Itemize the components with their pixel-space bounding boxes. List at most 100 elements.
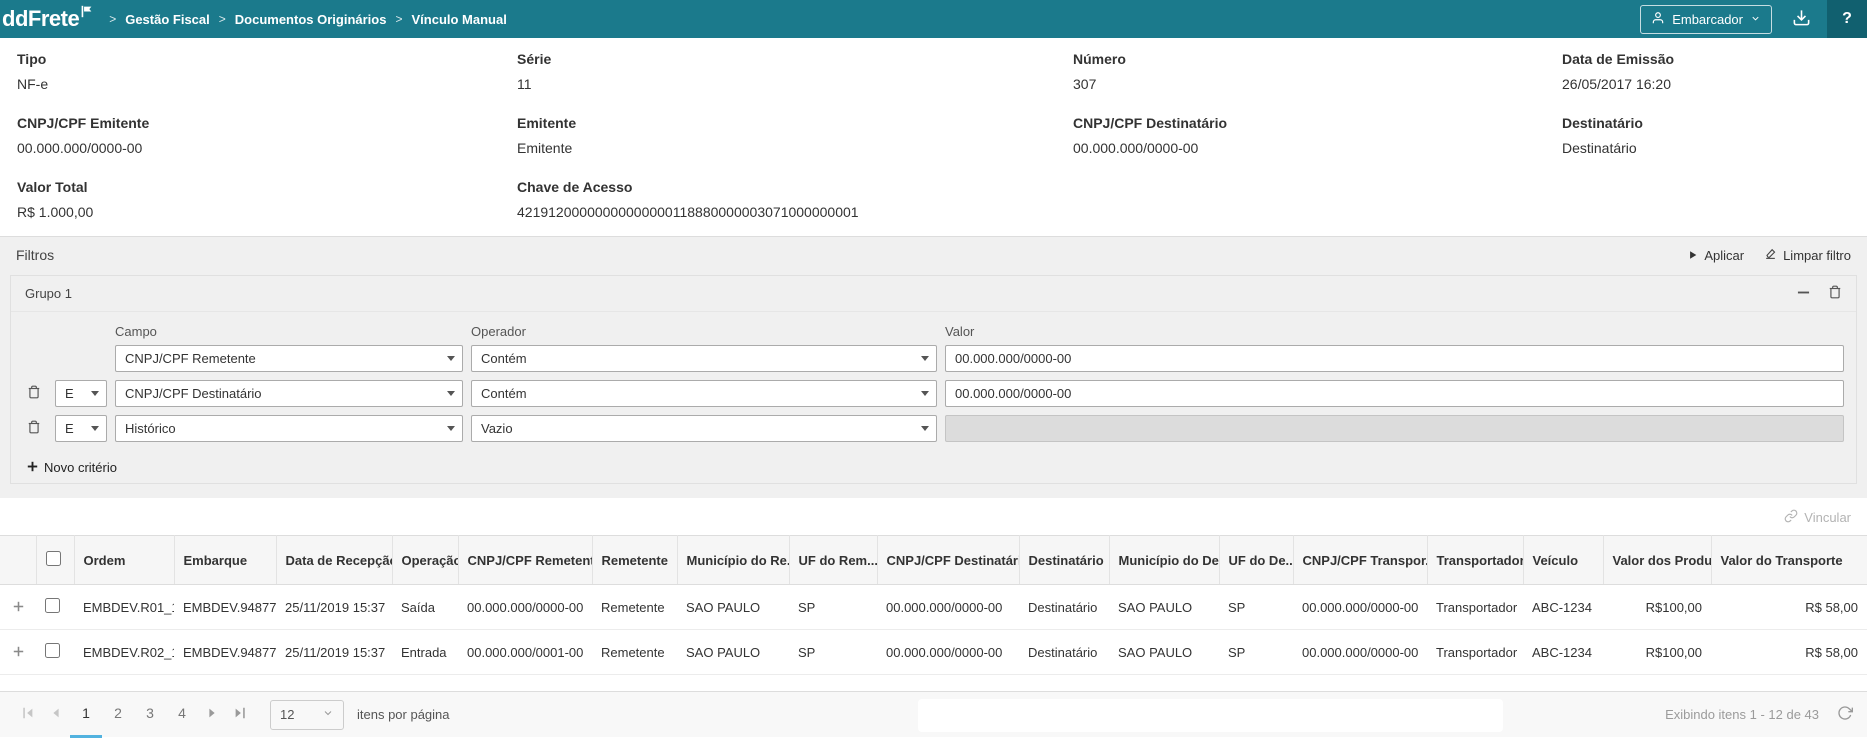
new-criteria-button[interactable]: Novo critério [27, 460, 117, 475]
column-header-embarque[interactable]: Embarque [174, 536, 276, 585]
cell-destinatario: Destinatário [1019, 630, 1109, 675]
page-button-1[interactable]: 1 [70, 692, 102, 738]
operator-select[interactable]: Vazio [471, 415, 937, 442]
user-menu-button[interactable]: Embarcador [1640, 5, 1772, 34]
field-select[interactable]: Histórico [115, 415, 463, 442]
first-page-button[interactable] [14, 701, 42, 729]
select-caret-icon [91, 416, 99, 441]
column-header-destinatario[interactable]: Destinatário [1019, 536, 1109, 585]
column-header-uf-dest[interactable]: UF do De... [1219, 536, 1293, 585]
help-button[interactable]: ? [1827, 0, 1867, 38]
user-menu-label: Embarcador [1672, 12, 1743, 27]
delete-criteria-button[interactable] [27, 385, 47, 402]
field-select[interactable]: CNPJ/CPF Remetente [115, 345, 463, 372]
column-header-municipio-dest[interactable]: Município do De... [1109, 536, 1219, 585]
column-header-cnpj-destinatario[interactable]: CNPJ/CPF Destinatário [877, 536, 1019, 585]
column-header-ordem[interactable]: Ordem [74, 536, 174, 585]
vincular-label: Vincular [1804, 510, 1851, 525]
logo-text: ddFrete [2, 4, 79, 34]
cell-valor-transporte: R$ 58,00 [1711, 585, 1867, 630]
plus-icon [13, 645, 24, 660]
new-criteria-label: Novo critério [44, 460, 117, 475]
select-all-checkbox[interactable] [46, 551, 61, 566]
operator-select-value: Vazio [481, 421, 513, 436]
logic-select[interactable]: E [55, 415, 107, 442]
breadcrumb-gestao-fiscal[interactable]: Gestão Fiscal [125, 12, 210, 27]
delete-criteria-button[interactable] [27, 420, 47, 437]
field-select[interactable]: CNPJ/CPF Destinatário [115, 380, 463, 407]
breadcrumb: > Gestão Fiscal > Documentos Originários… [109, 12, 507, 27]
user-icon [1651, 11, 1665, 28]
column-header-veiculo[interactable]: Veículo [1523, 536, 1603, 585]
table-row[interactable]: EMBDEV.R02_13 EMBDEV.94877 25/11/2019 15… [0, 630, 1867, 675]
column-header-data-recepcao[interactable]: Data de Recepção [276, 536, 392, 585]
column-header-cnpj-remetente[interactable]: CNPJ/CPF Remetente [458, 536, 592, 585]
filter-group-header: Grupo 1 [11, 276, 1856, 312]
download-icon [1792, 8, 1811, 30]
row-checkbox[interactable] [45, 598, 60, 613]
download-button[interactable] [1788, 4, 1815, 34]
clear-filter-button[interactable]: Limpar filtro [1764, 247, 1851, 263]
last-page-button[interactable] [226, 701, 254, 729]
cell-uf-rem: SP [789, 585, 877, 630]
breadcrumb-documentos-originarios[interactable]: Documentos Originários [235, 12, 387, 27]
apply-filter-button[interactable]: Aplicar [1688, 248, 1744, 263]
operator-select[interactable]: Contém [471, 345, 937, 372]
column-header-transportador[interactable]: Transportador [1427, 536, 1523, 585]
cell-municipio-rem: SAO PAULO [677, 630, 789, 675]
row-checkbox[interactable] [45, 643, 60, 658]
vincular-button[interactable]: Vincular [1784, 509, 1851, 526]
page-size-select[interactable]: 12 [270, 700, 344, 730]
expander-column-header [0, 536, 36, 585]
prev-page-button[interactable] [42, 701, 70, 729]
logic-select[interactable]: E [55, 380, 107, 407]
filters-actions: Aplicar Limpar filtro [1688, 247, 1851, 263]
expand-row-button[interactable] [13, 645, 24, 660]
delete-group-button[interactable] [1828, 285, 1842, 302]
table-row[interactable]: EMBDEV.R01_13 EMBDEV.94877 25/11/2019 15… [0, 585, 1867, 630]
filters-panel: Filtros Aplicar Limpar filtro Grupo 1 [0, 236, 1867, 498]
cell-cnpj-destinatario: 00.000.000/0000-00 [877, 585, 1019, 630]
column-header-uf-rem[interactable]: UF do Rem... [789, 536, 877, 585]
field-label: Emitente [517, 115, 1073, 131]
trash-icon [27, 420, 41, 437]
field-label: Chave de Acesso [517, 179, 1073, 195]
cell-operacao: Saída [392, 585, 458, 630]
column-header-operacao[interactable]: Operação [392, 536, 458, 585]
cell-destinatario: Destinatário [1019, 585, 1109, 630]
filters-header: Filtros Aplicar Limpar filtro [0, 237, 1867, 271]
value-input[interactable] [945, 380, 1844, 407]
cell-cnpj-remetente: 00.000.000/0000-00 [458, 585, 592, 630]
field-value: R$ 1.000,00 [17, 204, 517, 220]
column-header-municipio-rem[interactable]: Município do Re... [677, 536, 789, 585]
overlay-box [918, 699, 1503, 732]
column-header-remetente[interactable]: Remetente [592, 536, 677, 585]
field-chave-acesso: Chave de Acesso 421912000000000000001188… [517, 179, 1073, 220]
cell-transportador: Transportador [1427, 585, 1523, 630]
value-input[interactable] [945, 345, 1844, 372]
expand-row-button[interactable] [13, 600, 24, 615]
next-page-button[interactable] [198, 701, 226, 729]
column-header-valor-produtos[interactable]: Valor dos Produtos [1603, 536, 1711, 585]
page-size-value: 12 [280, 707, 294, 722]
refresh-button[interactable] [1837, 705, 1853, 724]
select-caret-icon [921, 381, 929, 406]
trash-icon [1828, 285, 1842, 302]
operator-select[interactable]: Contém [471, 380, 937, 407]
prev-page-icon [49, 706, 63, 723]
column-header-valor-transporte[interactable]: Valor do Transporte [1711, 536, 1867, 585]
document-details-grid: Tipo NF-e Série 11 Número 307 Data de Em… [17, 51, 1850, 220]
cell-ordem: EMBDEV.R02_13 [74, 630, 174, 675]
field-data-emissao: Data de Emissão 26/05/2017 16:20 [1562, 51, 1850, 92]
results-area: Vincular Ordem Embarque Data de Recepção… [0, 498, 1867, 691]
page-button-3[interactable]: 3 [134, 692, 166, 738]
page-button-4[interactable]: 4 [166, 692, 198, 738]
field-label: Tipo [17, 51, 517, 67]
filter-row: E CNPJ/CPF Destinatário Contém [11, 376, 1856, 411]
cell-ordem: EMBDEV.R01_13 [74, 585, 174, 630]
cell-uf-rem: SP [789, 630, 877, 675]
column-header-cnpj-transportador[interactable]: CNPJ/CPF Transpor... [1293, 536, 1427, 585]
app-logo[interactable]: ddFrete [0, 4, 93, 34]
collapse-group-button[interactable] [1797, 286, 1810, 302]
page-button-2[interactable]: 2 [102, 692, 134, 738]
